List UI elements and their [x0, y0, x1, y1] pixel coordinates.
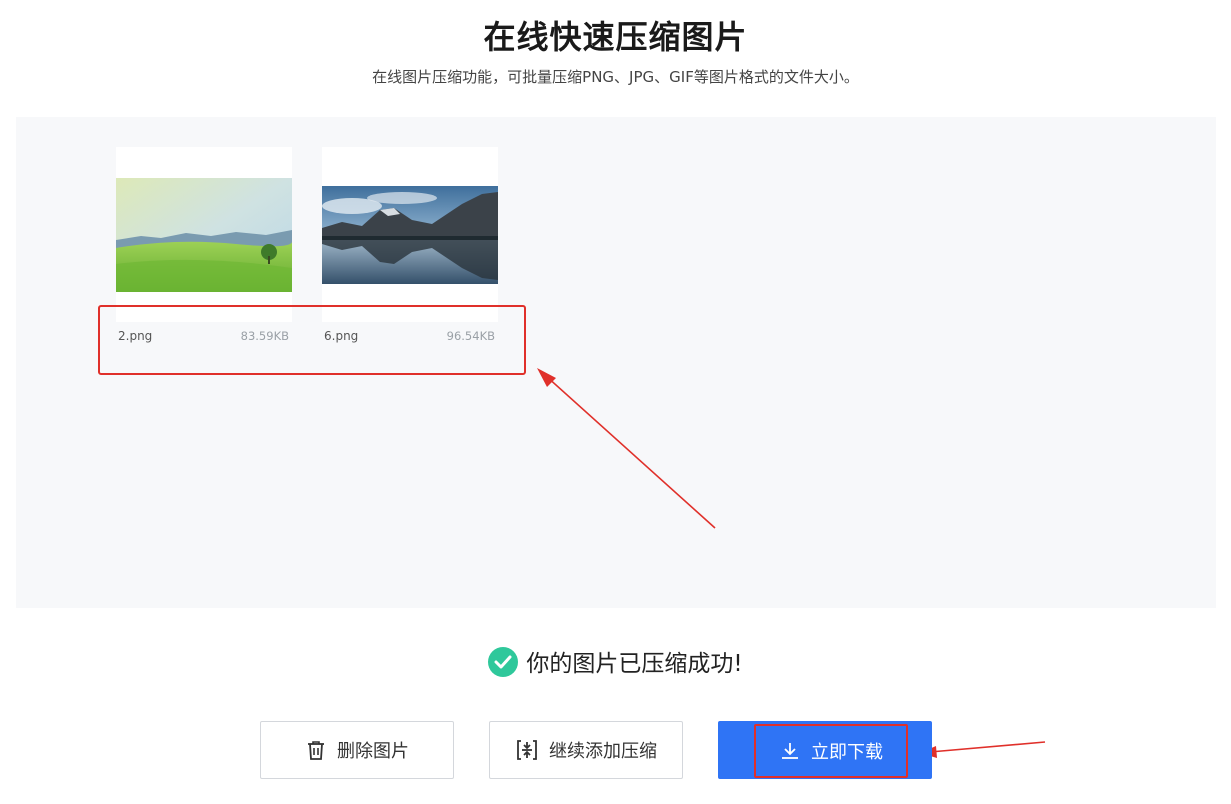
add-more-label: 继续添加压缩 — [549, 741, 657, 762]
download-icon — [779, 740, 801, 762]
compress-add-icon — [515, 739, 539, 761]
add-more-button[interactable]: 继续添加压缩 — [489, 721, 683, 779]
page-title: 在线快速压缩图片 — [483, 18, 748, 56]
success-message: 你的图片已压缩成功! — [0, 644, 1231, 680]
mountain-lake-thumbnail — [322, 186, 498, 284]
trash-icon — [305, 739, 327, 761]
annotation-highlight-download: 立即下载 — [754, 724, 908, 778]
success-text: 你的图片已压缩成功! — [526, 651, 743, 677]
page-subtitle: 在线图片压缩功能，可批量压缩PNG、JPG、GIF等图片格式的文件大小。 — [372, 68, 859, 86]
page: 在线快速压缩图片 在线图片压缩功能，可批量压缩PNG、JPG、GIF等图片格式的… — [0, 0, 1231, 804]
check-circle-icon — [488, 646, 519, 677]
download-now-button[interactable]: 立即下载 — [718, 721, 932, 779]
image-card[interactable] — [116, 147, 292, 322]
annotation-highlight-box — [98, 305, 526, 375]
delete-images-button[interactable]: 删除图片 — [260, 721, 454, 779]
image-card[interactable] — [322, 147, 498, 322]
annotation-arrow-line — [929, 741, 1046, 753]
download-label: 立即下载 — [811, 742, 883, 763]
green-meadow-thumbnail — [116, 178, 292, 292]
delete-label: 删除图片 — [337, 741, 409, 762]
